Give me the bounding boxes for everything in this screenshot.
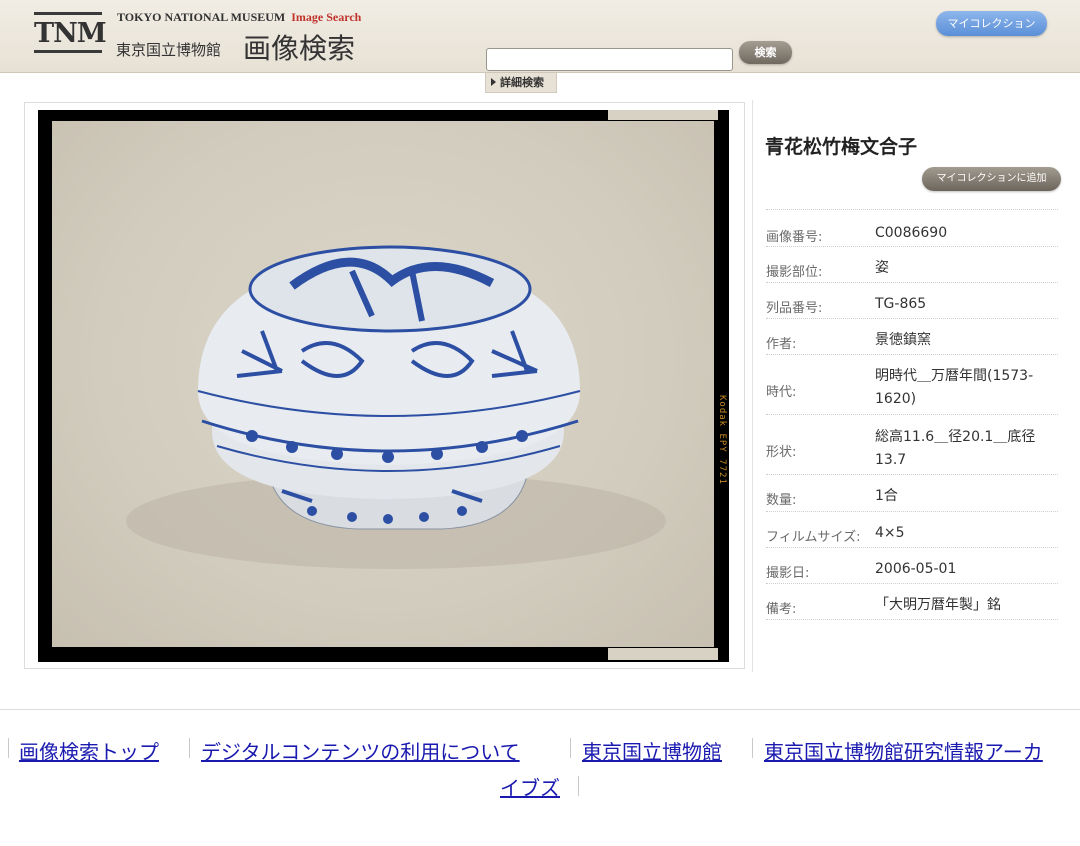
footer-link-research-archives-cont[interactable]: イブズ bbox=[500, 772, 560, 801]
info-value: 4×5 bbox=[875, 525, 905, 541]
info-row-object-number: 列品番号: TG-865 bbox=[766, 283, 1058, 319]
film-notch-top bbox=[608, 110, 718, 120]
info-row-period: 時代: 明時代＿万暦年間(1573-1620) bbox=[766, 355, 1058, 415]
footer-separator bbox=[578, 776, 579, 796]
info-row-quantity: 数量: 1合 bbox=[766, 475, 1058, 512]
footer-divider bbox=[0, 709, 1080, 710]
info-value: 総高11.6＿径20.1＿底径13.7 bbox=[875, 429, 1036, 468]
info-label: フィルムサイズ: bbox=[766, 530, 861, 545]
brand-japanese: 東京国立博物館 bbox=[116, 41, 222, 59]
info-label: 作者: bbox=[766, 337, 797, 352]
page-heading: 画像検索 bbox=[243, 32, 356, 65]
footer-separator bbox=[570, 738, 571, 758]
column-divider bbox=[752, 100, 753, 672]
film-edge-code: Kodak EPY 7721 bbox=[717, 395, 727, 485]
footer-link-image-search-top[interactable]: 画像検索トップ bbox=[19, 736, 159, 765]
brand-english: TOKYO NATIONAL MUSEUM Image Search bbox=[117, 10, 362, 24]
search-button[interactable]: 検索 bbox=[739, 41, 792, 64]
info-label: 列品番号: bbox=[766, 301, 823, 316]
info-value: C0086690 bbox=[875, 225, 948, 241]
info-row-dimensions: 形状: 総高11.6＿径20.1＿底径13.7 bbox=[766, 415, 1058, 475]
info-value: 姿 bbox=[875, 260, 889, 276]
logo-bar-bottom bbox=[34, 50, 102, 53]
logo-bar-top bbox=[34, 12, 102, 15]
footer-link-tokyo-national-museum[interactable]: 東京国立博物館 bbox=[582, 736, 722, 765]
tnm-logo[interactable]: TNM bbox=[34, 12, 107, 54]
info-label: 時代: bbox=[766, 385, 797, 400]
info-label: 撮影日: bbox=[766, 566, 810, 581]
info-value: 景徳鎮窯 bbox=[875, 332, 931, 348]
info-label: 備考: bbox=[766, 602, 797, 617]
info-value: 明時代＿万暦年間(1573-1620) bbox=[875, 368, 1034, 407]
footer-separator bbox=[752, 738, 753, 758]
film-notch-bottom bbox=[608, 648, 718, 660]
site-header: TNM TOKYO NATIONAL MUSEUM Image Search 東京… bbox=[0, 0, 1080, 73]
search-input[interactable] bbox=[486, 48, 733, 71]
triangle-right-icon bbox=[491, 78, 496, 86]
info-row-photo-date: 撮影日: 2006-05-01 bbox=[766, 548, 1058, 584]
footer-link-research-archives[interactable]: 東京国立博物館研究情報アーカ bbox=[764, 736, 1043, 765]
footer-separator bbox=[189, 738, 190, 758]
artwork-photo[interactable] bbox=[52, 121, 714, 647]
logo-text: TNM bbox=[34, 18, 107, 49]
info-label: 撮影部位: bbox=[766, 265, 823, 280]
info-value: TG-865 bbox=[875, 296, 927, 312]
info-label: 形状: bbox=[766, 445, 797, 460]
info-value: 1合 bbox=[875, 488, 898, 504]
info-label: 数量: bbox=[766, 493, 797, 508]
my-collection-button[interactable]: マイコレクション bbox=[936, 11, 1047, 36]
info-row-artist: 作者: 景徳鎮窯 bbox=[766, 319, 1058, 355]
add-to-my-collection-button[interactable]: マイコレクションに追加 bbox=[922, 167, 1061, 191]
item-title: 青花松竹梅文合子 bbox=[765, 136, 918, 158]
brand-image-search: Image Search bbox=[291, 10, 362, 24]
footer-link-digital-content-usage[interactable]: デジタルコンテンツの利用について bbox=[201, 736, 520, 765]
info-label: 画像番号: bbox=[766, 230, 823, 245]
info-row-image-number: 画像番号: C0086690 bbox=[766, 210, 1058, 247]
info-row-film-size: フィルムサイズ: 4×5 bbox=[766, 512, 1058, 548]
info-row-part: 撮影部位: 姿 bbox=[766, 247, 1058, 283]
porcelain-box-illustration bbox=[126, 245, 666, 569]
advanced-search-link[interactable]: 詳細検索 bbox=[485, 73, 557, 93]
info-value: 2006-05-01 bbox=[875, 561, 957, 577]
footer-separator bbox=[8, 738, 9, 758]
info-value: 「大明万暦年製」銘 bbox=[875, 597, 1001, 613]
info-row-notes: 備考: 「大明万暦年製」銘 bbox=[766, 584, 1058, 620]
